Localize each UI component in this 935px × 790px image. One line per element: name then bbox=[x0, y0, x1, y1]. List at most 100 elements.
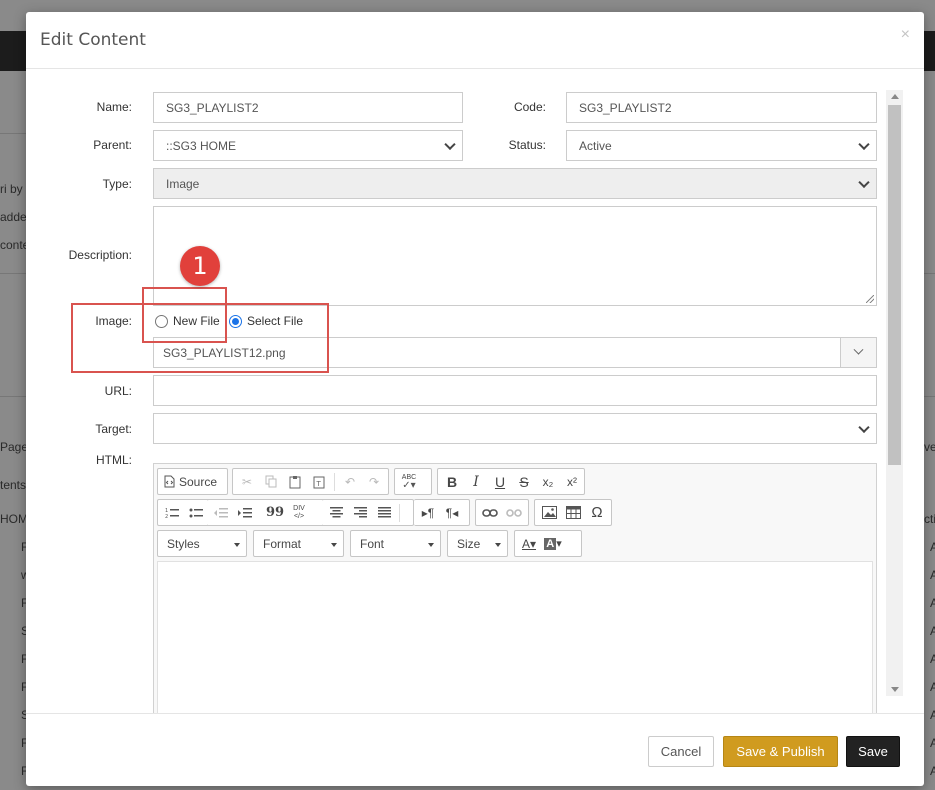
status-select[interactable]: Active bbox=[566, 130, 877, 161]
background-text: A bbox=[930, 596, 935, 610]
source-button[interactable]: Source bbox=[161, 471, 220, 493]
redo-icon[interactable]: ↷ bbox=[363, 471, 385, 493]
background-text: A bbox=[930, 764, 935, 778]
target-select[interactable] bbox=[153, 413, 877, 444]
type-select[interactable]: Image bbox=[153, 168, 877, 199]
numbered-list-icon[interactable]: 12 bbox=[161, 502, 183, 524]
align-right-icon[interactable] bbox=[349, 502, 371, 524]
paste-text-icon[interactable]: T bbox=[308, 471, 330, 493]
background-text: adde bbox=[0, 210, 26, 224]
background-text: tents bbox=[0, 478, 26, 492]
close-icon[interactable]: × bbox=[901, 26, 910, 44]
unlink-icon[interactable] bbox=[503, 502, 525, 524]
background-color-icon[interactable]: A ▾ bbox=[542, 533, 564, 555]
font-combo[interactable]: Font bbox=[350, 530, 441, 557]
toolbar-document-group: Source bbox=[157, 468, 228, 495]
parent-label: Parent: bbox=[93, 138, 132, 152]
background-text: HOM bbox=[0, 512, 26, 526]
indent-icon[interactable] bbox=[234, 502, 256, 524]
format-combo[interactable]: Format bbox=[253, 530, 344, 557]
status-value: Active bbox=[579, 138, 612, 153]
toolbar-spellcheck-group: ABC ✓▾ bbox=[394, 468, 432, 495]
toolbar-lists-group: 12 bbox=[157, 499, 211, 526]
format-label: Format bbox=[263, 536, 302, 551]
description-label: Description: bbox=[68, 248, 132, 262]
background-text: ctiv bbox=[924, 512, 935, 526]
image-icon[interactable] bbox=[538, 502, 560, 524]
underline-icon[interactable]: U bbox=[489, 471, 511, 493]
annotation-step-badge: 1 bbox=[180, 246, 220, 286]
scroll-down-icon[interactable] bbox=[891, 687, 899, 692]
chevron-down-icon bbox=[495, 543, 501, 547]
svg-text:T: T bbox=[316, 480, 322, 488]
background-divider bbox=[924, 396, 935, 397]
background-text: A bbox=[930, 624, 935, 638]
superscript-icon[interactable]: x² bbox=[561, 471, 583, 493]
background-text: A bbox=[930, 736, 935, 750]
modal-body: Name: SG3_PLAYLIST2 Code: SG3_PLAYLIST2 … bbox=[26, 70, 924, 713]
scroll-up-icon[interactable] bbox=[891, 94, 899, 99]
svg-text:2: 2 bbox=[165, 514, 168, 519]
justify-icon[interactable] bbox=[373, 502, 395, 524]
code-label: Code: bbox=[513, 100, 546, 114]
strikethrough-icon[interactable]: S bbox=[513, 471, 535, 493]
html-editor-content[interactable] bbox=[157, 561, 873, 713]
special-char-icon[interactable]: Ω bbox=[586, 502, 608, 524]
name-label: Name: bbox=[96, 100, 132, 114]
blockquote-icon[interactable]: 99 bbox=[264, 502, 286, 524]
undo-icon[interactable]: ↶ bbox=[339, 471, 361, 493]
bulleted-list-icon[interactable] bbox=[185, 502, 207, 524]
background-text: A bbox=[930, 568, 935, 582]
html-label: HTML: bbox=[96, 453, 132, 467]
source-label: Source bbox=[179, 474, 218, 489]
image-file-dropdown-button[interactable] bbox=[840, 338, 876, 367]
description-textarea[interactable] bbox=[153, 206, 877, 306]
source-icon bbox=[164, 475, 175, 488]
bold-icon[interactable]: B bbox=[441, 471, 463, 493]
save-and-publish-button[interactable]: Save & Publish bbox=[723, 736, 838, 767]
background-text: A bbox=[930, 680, 935, 694]
spellcheck-icon[interactable]: ABC ✓▾ bbox=[398, 471, 420, 493]
cut-icon[interactable]: ✂ bbox=[236, 471, 258, 493]
align-center-icon[interactable] bbox=[325, 502, 347, 524]
font-label: Font bbox=[360, 536, 385, 551]
toolbar-basic-styles-group: B I U S x₂ x² bbox=[437, 468, 585, 495]
background-text: Page bbox=[0, 440, 26, 454]
copy-icon[interactable] bbox=[260, 471, 282, 493]
url-input[interactable] bbox=[153, 375, 877, 406]
cancel-button[interactable]: Cancel bbox=[648, 736, 714, 767]
parent-select[interactable]: ::SG3 HOME bbox=[153, 130, 463, 161]
chevron-down-icon bbox=[858, 421, 870, 433]
toolbar-links-group bbox=[475, 499, 529, 526]
resize-handle-icon[interactable] bbox=[866, 295, 874, 303]
toolbar-colors-group: A▾ A ▾ bbox=[514, 530, 582, 557]
code-input[interactable]: SG3_PLAYLIST2 bbox=[566, 92, 877, 123]
italic-icon[interactable]: I bbox=[465, 471, 487, 493]
scroll-thumb[interactable] bbox=[888, 105, 901, 465]
code-value: SG3_PLAYLIST2 bbox=[579, 100, 672, 115]
paste-icon[interactable] bbox=[284, 471, 306, 493]
target-label: Target: bbox=[95, 422, 132, 436]
text-color-icon[interactable]: A▾ bbox=[518, 533, 540, 555]
size-label: Size bbox=[457, 536, 481, 551]
outdent-icon[interactable] bbox=[210, 502, 232, 524]
background-text: conte bbox=[0, 238, 26, 252]
background-divider bbox=[0, 133, 26, 134]
modal-scrollbar[interactable] bbox=[886, 90, 903, 696]
ltr-icon[interactable]: ▸¶ bbox=[417, 502, 439, 524]
type-label: Type: bbox=[102, 177, 132, 191]
chevron-down-icon bbox=[331, 543, 337, 547]
chevron-down-icon bbox=[858, 176, 870, 188]
save-button[interactable]: Save bbox=[846, 736, 900, 767]
div-icon[interactable]: DIV </> bbox=[288, 502, 310, 524]
chevron-down-icon bbox=[428, 543, 434, 547]
toolbar-blocks-group: 99 DIV </> bbox=[207, 499, 336, 526]
size-combo[interactable]: Size bbox=[447, 530, 508, 557]
name-input[interactable]: SG3_PLAYLIST2 bbox=[153, 92, 463, 123]
subscript-icon[interactable]: x₂ bbox=[537, 471, 559, 493]
table-icon[interactable] bbox=[562, 502, 584, 524]
styles-combo[interactable]: Styles bbox=[157, 530, 247, 557]
link-icon[interactable] bbox=[479, 502, 501, 524]
rtl-icon[interactable]: ¶◂ bbox=[441, 502, 463, 524]
toolbar-insert-group: Ω bbox=[534, 499, 612, 526]
